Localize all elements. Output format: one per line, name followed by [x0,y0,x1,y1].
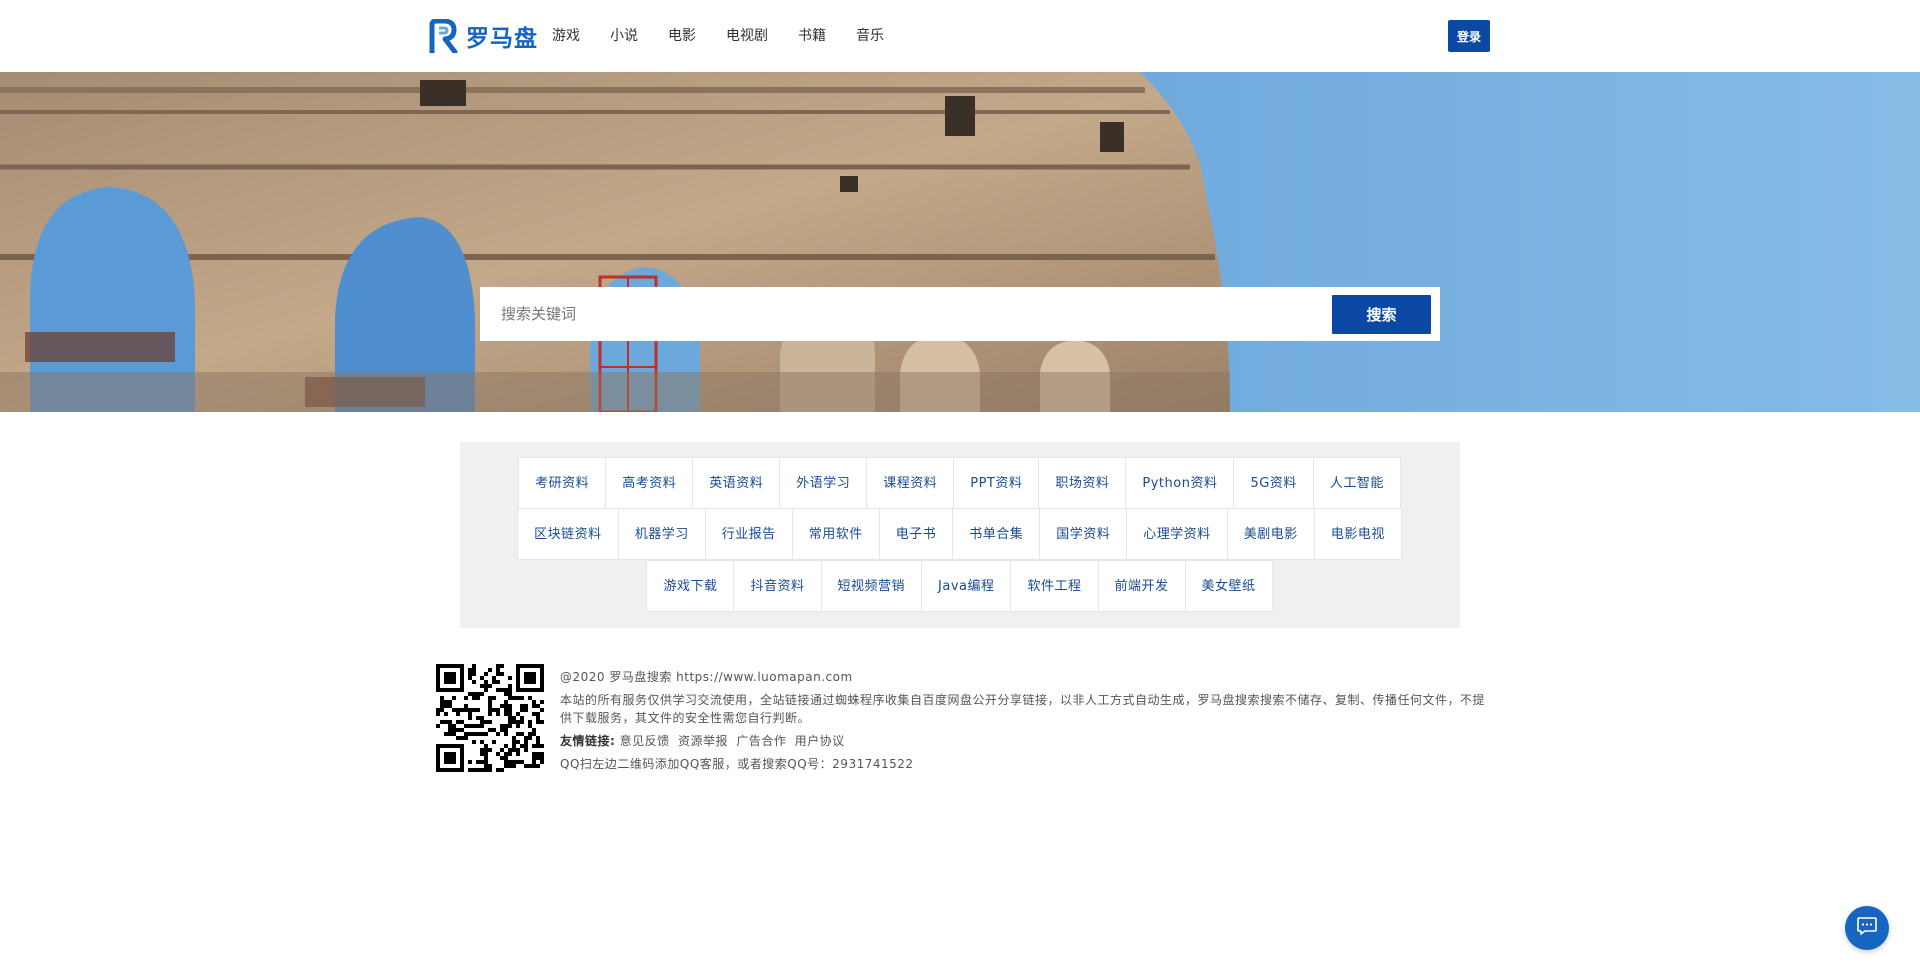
site-logo[interactable]: 罗马盘 [428,18,538,55]
tag-item[interactable]: 前端开发 [1097,560,1186,612]
qq-qr-code [436,664,544,772]
tag-row: 考研资料 高考资料 英语资料 外语学习 课程资料 PPT资料 职场资料 Pyth… [460,457,1460,509]
tag-item[interactable]: 英语资料 [692,457,781,509]
tag-item[interactable]: 心理学资料 [1126,508,1228,560]
tag-item[interactable]: PPT资料 [953,457,1040,509]
tag-item[interactable]: 电子书 [878,508,954,560]
nav-item-tv[interactable]: 电视剧 [726,24,768,48]
site-name: 罗马盘 [466,26,538,52]
tag-item[interactable]: 人工智能 [1312,457,1401,509]
tag-item[interactable]: 美女壁纸 [1184,560,1273,612]
nav-item-games[interactable]: 游戏 [552,24,580,48]
tag-row: 游戏下载 抖音资料 短视频营销 Java编程 软件工程 前端开发 美女壁纸 [460,560,1460,612]
tag-item[interactable]: 抖音资料 [733,560,822,612]
logo-r-icon [428,18,458,55]
nav-item-movies[interactable]: 电影 [668,24,696,48]
copyright-text: @2020 罗马盘搜索 https://www.luomapan.com [560,670,853,684]
tag-item[interactable]: Python资料 [1125,457,1235,509]
link-user-agreement[interactable]: 用户协议 [795,734,845,748]
site-footer: @2020 罗马盘搜索 https://www.luomapan.com 本站的… [436,664,1492,774]
tag-item[interactable]: 职场资料 [1038,457,1127,509]
nav-item-music[interactable]: 音乐 [856,24,884,48]
tag-item[interactable]: 电影电视 [1313,508,1402,560]
chat-support-button[interactable] [1845,906,1889,950]
tag-item[interactable]: 外语学习 [779,457,868,509]
nav-item-books[interactable]: 书籍 [798,24,826,48]
tag-item[interactable]: 美剧电影 [1226,508,1315,560]
footer-text: @2020 罗马盘搜索 https://www.luomapan.com 本站的… [560,668,1492,778]
link-ads[interactable]: 广告合作 [736,734,786,748]
link-feedback[interactable]: 意见反馈 [620,734,670,748]
tag-item[interactable]: 高考资料 [605,457,694,509]
top-header: 罗马盘 游戏 小说 电影 电视剧 书籍 音乐 登录 [0,0,1920,72]
tag-item[interactable]: 国学资料 [1039,508,1128,560]
category-tags-panel: 考研资料 高考资料 英语资料 外语学习 课程资料 PPT资料 职场资料 Pyth… [460,442,1460,628]
main-nav: 游戏 小说 电影 电视剧 书籍 音乐 [552,24,914,48]
friend-links: 友情链接: 意见反馈 资源举报 广告合作 用户协议 [560,732,1492,750]
search-button[interactable]: 搜索 [1332,295,1431,334]
tag-item[interactable]: 软件工程 [1010,560,1099,612]
tag-item[interactable]: 游戏下载 [646,560,735,612]
nav-item-novels[interactable]: 小说 [610,24,638,48]
search-input[interactable] [480,287,1320,341]
tag-item[interactable]: 课程资料 [866,457,955,509]
tag-item[interactable]: 短视频营销 [820,560,923,612]
link-report[interactable]: 资源举报 [678,734,728,748]
hero-banner: 搜索 [0,72,1920,412]
search-bar: 搜索 [480,287,1440,341]
chat-bubble-icon [1856,915,1878,941]
friend-links-label: 友情链接: [560,734,616,748]
colosseum-image [0,72,1920,412]
tag-item[interactable]: 机器学习 [617,508,706,560]
tag-item[interactable]: 常用软件 [791,508,880,560]
tag-item[interactable]: 5G资料 [1233,457,1314,509]
tag-item[interactable]: 书单合集 [952,508,1041,560]
disclaimer-text: 本站的所有服务仅供学习交流使用，全站链接通过蜘蛛程序收集自百度网盘公开分享链接，… [560,693,1486,725]
tag-item[interactable]: 行业报告 [704,508,793,560]
tag-item[interactable]: 区块链资料 [517,508,619,560]
tag-item[interactable]: 考研资料 [518,457,607,509]
tag-item[interactable]: Java编程 [921,560,1012,612]
tag-row: 区块链资料 机器学习 行业报告 常用软件 电子书 书单合集 国学资料 心理学资料… [460,508,1460,560]
qq-note: QQ扫左边二维码添加QQ客服，或者搜索QQ号：2931741522 [560,757,914,771]
login-button[interactable]: 登录 [1448,20,1490,52]
